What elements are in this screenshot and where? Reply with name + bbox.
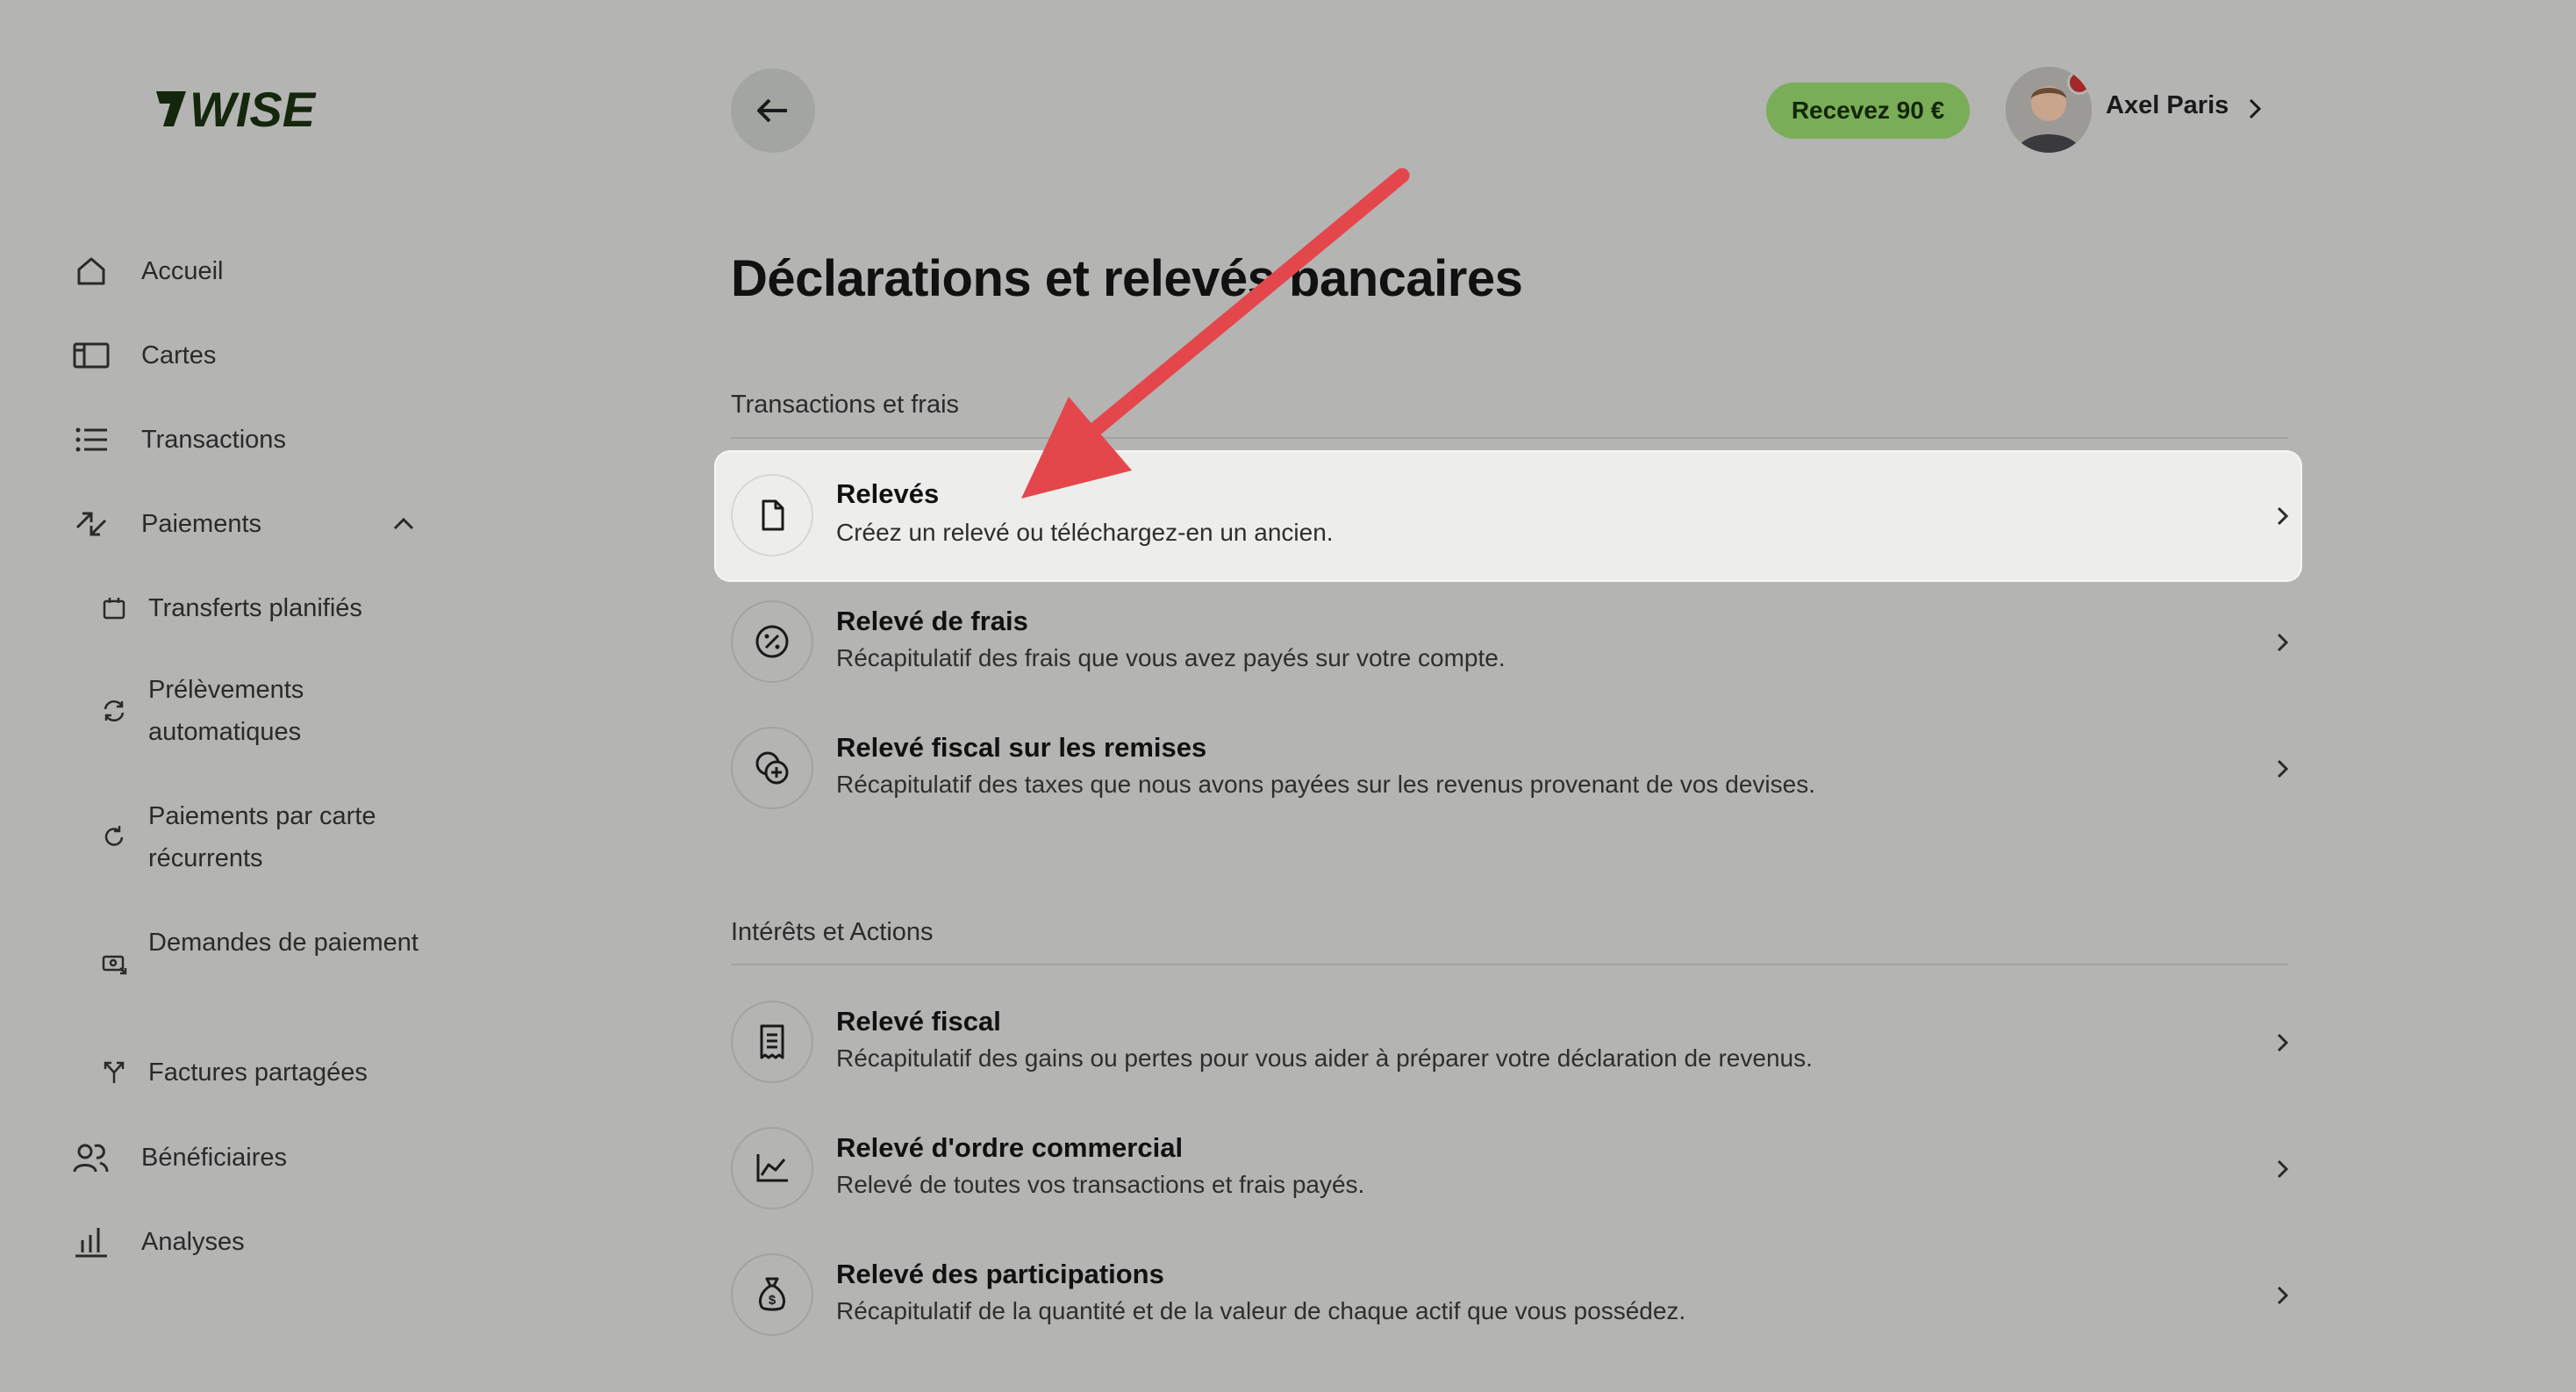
calendar-icon: [97, 591, 132, 626]
back-button[interactable]: [731, 68, 815, 153]
sidebar-subitem-label: Transferts planifiés: [148, 594, 362, 622]
list-icon: [72, 420, 111, 459]
sidebar-subitem-label: Prélèvements automatiques: [148, 676, 304, 746]
sidebar-item-label: Cartes: [141, 341, 217, 370]
tax-statement-row[interactable]: Relevé fiscal Récapitulatif des gains ou…: [731, 990, 2289, 1095]
holdings-statement-row[interactable]: $ Relevé des participations Récapitulati…: [731, 1243, 2289, 1348]
sidebar-subitem-transferts-planifies[interactable]: Transferts planifiés: [97, 582, 447, 635]
row-title: Relevés: [836, 478, 940, 509]
row-title: Relevé fiscal: [836, 1006, 1001, 1037]
card-icon: [72, 336, 111, 375]
row-description: Créez un relevé ou téléchargez-en un anc…: [836, 519, 1334, 546]
recipients-icon: [72, 1138, 111, 1177]
sidebar-item-label: Analyses: [141, 1227, 245, 1256]
split-icon: [97, 1055, 132, 1090]
row-title: Relevé de frais: [836, 606, 1028, 636]
row-description: Récapitulatif des taxes que nous avons p…: [836, 771, 1815, 798]
svg-text:WISE: WISE: [190, 82, 317, 137]
avatar: [2006, 67, 2092, 153]
sidebar-item-beneficiaires[interactable]: Bénéficiaires: [70, 1131, 439, 1184]
bar-chart-icon: [72, 1223, 111, 1261]
page-title: Déclarations et relevés bancaires: [731, 250, 1523, 307]
wise-logo-icon: WISE: [156, 82, 317, 137]
sidebar-item-transactions[interactable]: Transactions: [70, 413, 439, 466]
sidebar-item-label: Accueil: [141, 256, 224, 285]
chevron-right-icon: [2277, 1033, 2289, 1052]
recurring-icon: [97, 820, 132, 855]
chevron-up-icon[interactable]: [386, 506, 421, 542]
refresh-icon: [97, 693, 132, 728]
line-chart-icon: [731, 1127, 813, 1209]
section-title: Intérêts et Actions: [731, 918, 934, 946]
fees-statement-row[interactable]: Relevé de frais Récapitulatif des frais …: [731, 590, 2289, 695]
chevron-right-icon: [2277, 759, 2289, 779]
referral-promo-button[interactable]: Recevez 90 €: [1766, 83, 1970, 139]
row-title: Relevé des participations: [836, 1259, 1164, 1289]
row-description: Récapitulatif des frais que vous avez pa…: [836, 644, 1506, 671]
sidebar-item-accueil[interactable]: Accueil: [70, 245, 439, 298]
sidebar-item-analyses[interactable]: Analyses: [70, 1216, 439, 1268]
arrow-left-icon: [757, 98, 787, 123]
sidebar-subitem-prelevements[interactable]: Prélèvements automatiques: [97, 669, 447, 753]
row-description: Relevé de toutes vos transactions et fra…: [836, 1171, 1365, 1198]
money-bag-icon: $: [731, 1253, 813, 1336]
row-description: Récapitulatif des gains ou pertes pour v…: [836, 1044, 1813, 1072]
chevron-right-icon: [2277, 1286, 2289, 1305]
sidebar-subitem-label: Factures partagées: [148, 1058, 368, 1087]
svg-text:$: $: [769, 1293, 776, 1308]
remittance-tax-statement-row[interactable]: Relevé fiscal sur les remises Récapitula…: [731, 716, 2289, 822]
sidebar-item-label: Transactions: [141, 425, 286, 454]
percent-icon: [731, 600, 813, 683]
section-title: Transactions et frais: [731, 391, 960, 419]
transfer-arrows-icon: [72, 505, 111, 543]
section-divider: [731, 964, 2288, 965]
sidebar-item-cartes[interactable]: Cartes: [70, 329, 439, 382]
profile-menu[interactable]: Axel Paris: [2006, 67, 2269, 154]
chevron-right-icon: [2277, 633, 2289, 652]
sidebar-subitem-demandes-paiement[interactable]: Demandes de paiement: [97, 922, 447, 1006]
chevron-right-icon: [2277, 506, 2289, 526]
sidebar-item-label: Bénéficiaires: [141, 1143, 288, 1172]
wise-logo[interactable]: WISE: [151, 81, 344, 137]
receipt-icon: [731, 1001, 813, 1083]
notification-dot: [2067, 70, 2092, 95]
sidebar-item-label: Paiements: [141, 509, 262, 538]
home-icon: [72, 252, 111, 291]
sidebar-subitem-factures-partagees[interactable]: Factures partagées: [97, 1046, 447, 1099]
profile-name: Axel Paris: [2106, 91, 2229, 119]
row-title: Relevé d'ordre commercial: [836, 1132, 1184, 1163]
row-title: Relevé fiscal sur les remises: [836, 732, 1207, 763]
row-description: Récapitulatif de la quantité et de la va…: [836, 1297, 1686, 1324]
document-icon: [731, 474, 813, 556]
sidebar-subitem-paiements-carte-recurrents[interactable]: Paiements par carte récurrents: [97, 795, 447, 879]
statements-row[interactable]: Relevés Créez un relevé ou téléchargez-e…: [716, 452, 2301, 580]
sidebar-item-paiements[interactable]: Paiements: [70, 498, 439, 550]
trade-order-statement-row[interactable]: Relevé d'ordre commercial Relevé de tout…: [731, 1116, 2289, 1222]
sidebar-subitem-label: Demandes de paiement: [148, 929, 419, 957]
chevron-right-icon: [2277, 1159, 2289, 1179]
sidebar-subitem-label: Paiements par carte récurrents: [148, 802, 376, 872]
coins-plus-icon: [731, 727, 813, 809]
chevron-right-icon: [2249, 98, 2262, 119]
payment-request-icon: [97, 946, 132, 981]
section-divider: [731, 437, 2288, 439]
